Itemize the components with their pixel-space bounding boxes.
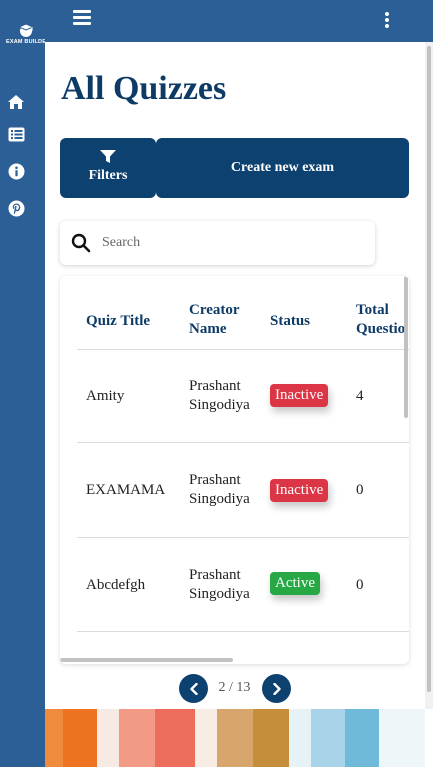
previous-page-button[interactable] xyxy=(179,674,208,703)
row-2-quiz-title[interactable]: EXAMAMA xyxy=(86,481,165,500)
menu-toggle-button[interactable] xyxy=(73,10,91,26)
hamburger-line xyxy=(73,16,91,19)
brand-logo[interactable]: EXAM BUILDER xyxy=(6,22,46,52)
row-1-creator-first: Prashant xyxy=(189,378,241,394)
color-swatch xyxy=(63,709,97,767)
row-1-quiz-title[interactable]: Amity xyxy=(86,387,124,406)
brand-text: EXAM BUILDER xyxy=(6,39,46,45)
page-title: All Quizzes xyxy=(61,70,227,107)
more-vertical-icon xyxy=(385,12,389,16)
decorative-color-strip xyxy=(45,709,425,767)
table-horizontal-scrollbar[interactable] xyxy=(60,658,233,662)
color-swatch xyxy=(195,709,217,767)
color-swatch xyxy=(45,709,63,767)
color-swatch xyxy=(217,709,253,767)
column-header-quiz-title[interactable]: Quiz Title xyxy=(86,312,150,331)
create-new-exam-button[interactable]: Create new exam xyxy=(156,138,409,198)
top-app-bar xyxy=(45,0,433,42)
list-icon xyxy=(8,127,24,141)
chevron-right-icon xyxy=(272,682,281,695)
row-divider xyxy=(77,442,409,443)
row-3-creator-last: Singodiya xyxy=(189,586,250,602)
column-header-creator-name[interactable]: Creator Name xyxy=(189,301,259,339)
sidebar-item-quizzes[interactable] xyxy=(7,125,25,143)
pinterest-icon xyxy=(8,200,24,216)
table-scroll-area[interactable]: Quiz Title Creator Name Status Total Que… xyxy=(60,276,409,656)
sidebar-item-home[interactable] xyxy=(7,93,25,111)
column-header-status[interactable]: Status xyxy=(270,312,310,331)
info-icon xyxy=(8,163,24,179)
page-scrollbar-thumb[interactable] xyxy=(427,46,431,692)
filters-label: Filters xyxy=(88,168,128,183)
row-3-creator-first: Prashant xyxy=(189,567,241,583)
color-swatch xyxy=(345,709,379,767)
hamburger-line xyxy=(73,22,91,25)
page-indicator: 2 / 13 xyxy=(218,680,251,695)
row-divider xyxy=(77,631,409,632)
next-page-button[interactable] xyxy=(262,674,291,703)
header-divider xyxy=(77,349,409,350)
chevron-left-icon xyxy=(189,682,198,695)
table-vertical-scrollbar[interactable] xyxy=(404,276,408,418)
sidebar-item-pinterest[interactable] xyxy=(7,199,25,217)
row-1-creator-last: Singodiya xyxy=(189,397,250,413)
column-header-total-questions[interactable]: Total Questions xyxy=(356,301,406,341)
home-icon xyxy=(8,95,24,109)
row-3-total-questions: 0 xyxy=(356,577,364,593)
row-2-creator-last: Singodiya xyxy=(189,491,250,507)
row-1-total-questions: 4 xyxy=(356,388,364,404)
row-3-status-badge[interactable]: Active xyxy=(270,572,320,595)
quizzes-table: Quiz Title Creator Name Status Total Que… xyxy=(60,276,409,664)
row-1-status-badge[interactable]: Inactive xyxy=(270,384,329,407)
sidebar-item-about[interactable] xyxy=(7,162,25,180)
color-swatch xyxy=(289,709,311,767)
row-2-creator-first: Prashant xyxy=(189,472,241,488)
color-swatch xyxy=(119,709,155,767)
filter-icon xyxy=(100,150,116,163)
search-bar xyxy=(60,221,375,265)
more-options-button[interactable] xyxy=(383,12,391,32)
row-3-quiz-title[interactable]: Abcdefgh xyxy=(86,576,145,595)
search-input[interactable] xyxy=(102,231,362,255)
color-swatch xyxy=(311,709,345,767)
row-divider xyxy=(77,537,409,538)
row-2-total-questions: 0 xyxy=(356,482,364,498)
color-swatch xyxy=(379,709,425,767)
color-swatch xyxy=(253,709,289,767)
graduation-cap-icon xyxy=(17,23,35,37)
sidebar: EXAM BUILDER xyxy=(0,0,46,767)
color-swatch xyxy=(155,709,195,767)
kebab-dot xyxy=(385,18,389,22)
color-swatch xyxy=(97,709,119,767)
kebab-dot xyxy=(385,24,389,28)
hamburger-icon xyxy=(73,10,91,13)
row-2-status-badge[interactable]: Inactive xyxy=(270,479,329,502)
search-icon xyxy=(71,233,91,253)
filters-button[interactable]: Filters xyxy=(60,138,156,198)
